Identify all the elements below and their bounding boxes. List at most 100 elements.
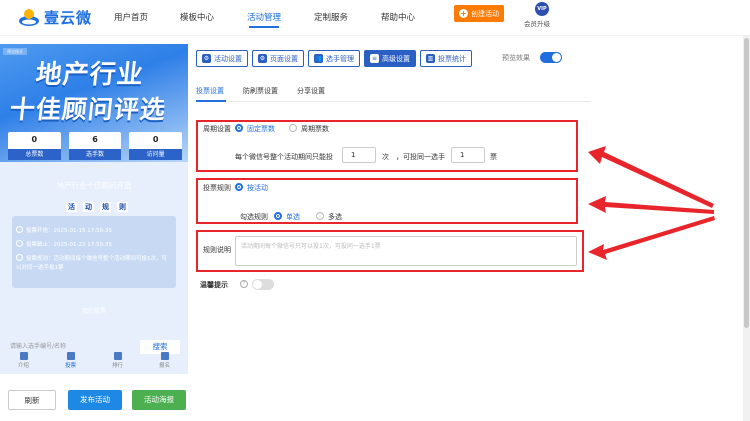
preview-tab-label: 排行 [111, 363, 123, 369]
help-icon[interactable]: ? [240, 280, 248, 288]
activity-poster-button[interactable]: 活动海报 [132, 390, 186, 410]
per-player-votes-input[interactable]: 1 [451, 147, 485, 163]
multi-choice-radio[interactable] [316, 212, 324, 220]
vip-badge-icon: VIP [535, 2, 549, 16]
vote-flag-icon [66, 352, 75, 360]
banner-title-line1: 地产行业 [34, 60, 146, 90]
cycle-fixed-radio[interactable] [235, 124, 243, 132]
cycle-text-middle: ，可投同一选手 [396, 153, 445, 161]
vip-label: 会员升级 [524, 20, 550, 28]
stat-value: 0 [152, 135, 159, 144]
check-rule-label: 勾选规则 [240, 213, 268, 221]
gear-icon: ⚙ [202, 54, 211, 63]
stat-label: 总票数 [8, 149, 61, 160]
preview-tab-label: 介绍 [17, 363, 29, 369]
toolbar-label: 活动设置 [214, 54, 242, 63]
preview-activity-title: 地产行业十佳顾问评选 [56, 181, 132, 190]
toolbar-label: 投票统计 [438, 54, 466, 63]
unit-votes: 票 [490, 153, 497, 161]
stat-label: 选手数 [68, 149, 122, 160]
preview-effect-toggle[interactable] [540, 52, 562, 63]
preview-tab-intro[interactable]: 介绍 [0, 350, 47, 376]
rule-line-rule: 投票规则：活动期间每个微信号整个活动期间可投1次，可以对同一选手投1票 [16, 254, 172, 273]
toolbar-label: 页面设置 [270, 54, 298, 63]
toolbar-label: 选手管理 [326, 54, 354, 63]
toggle-knob [552, 53, 561, 62]
rule-desc-label: 规则说明 [203, 246, 231, 254]
vip-upgrade[interactable]: VIP 会员升级 [524, 2, 560, 28]
preview-tab-bar: 介绍 投票 排行 报名 [0, 350, 188, 376]
mobile-preview: 预览模式 地产行业 十佳顾问评选 0 总票数 6 选手数 0 访问量 地产行业十… [0, 44, 188, 374]
preview-tab-rank[interactable]: 排行 [94, 350, 141, 376]
rules-heading: 活 动 规 则 [66, 202, 128, 212]
preview-tab-label: 投票 [64, 363, 76, 369]
tip-toggle[interactable] [252, 279, 274, 290]
refresh-button[interactable]: 刷新 [8, 390, 56, 410]
preview-tab-signup[interactable]: 报名 [141, 350, 188, 376]
brand-logo[interactable]: 壹云微 [18, 6, 92, 28]
nav-item-activity-manage[interactable]: 活动管理 [247, 11, 281, 28]
votes-count-input[interactable]: 1 [342, 147, 376, 163]
preview-effect-label: 预览效果 [502, 54, 530, 62]
stat-players: 6 选手数 [68, 132, 122, 160]
stat-value: 0 [31, 135, 38, 144]
subtab-anti-brush[interactable]: 防刷票设置 [243, 86, 278, 96]
preview-my-votes[interactable]: 我的投票 [0, 306, 188, 315]
rule-line-end: 投票截止：2025-01-22 17:50:35 [16, 240, 112, 248]
banner-title-line2: 十佳顾问评选 [8, 95, 168, 124]
subtab-divider [196, 101, 591, 102]
stats-row: 0 总票数 6 选手数 0 访问量 [8, 132, 183, 162]
subtab-active-underline [196, 100, 226, 102]
nav-item-custom-service[interactable]: 定制服务 [314, 11, 348, 23]
tab-activity-settings[interactable]: ⚙ 活动设置 [196, 50, 248, 67]
page-gear-icon: ⚙ [258, 54, 267, 63]
rule-by-activity-label[interactable]: 按活动 [247, 183, 268, 193]
multi-choice-label[interactable]: 多选 [328, 212, 342, 222]
sliders-icon: ≡ [370, 54, 379, 63]
unit-times: 次 [382, 153, 389, 161]
rule-desc-textarea[interactable]: 活动期间每个微信号只可以投1次，可投同一选手1票 [235, 236, 577, 266]
single-choice-radio[interactable] [274, 212, 282, 220]
tip-label: 温馨提示 [200, 281, 228, 289]
create-activity-label: 创建活动 [471, 9, 499, 18]
scrollbar-thumb[interactable] [744, 38, 749, 328]
brand-mark-icon [18, 6, 40, 28]
rule-label: 投票规则 [203, 184, 231, 192]
preview-tab-vote[interactable]: 投票 [47, 350, 94, 376]
rules-box: 投票开始：2025-01-15 17:50:35 投票截止：2025-01-22… [12, 216, 176, 288]
users-icon: 👥 [314, 54, 323, 63]
preview-tag: 预览模式 [3, 48, 27, 55]
preview-tab-label: 报名 [158, 363, 170, 369]
cycle-label: 周期设置 [203, 125, 231, 133]
nav-item-help[interactable]: 帮助中心 [381, 11, 415, 23]
nav-item-templates[interactable]: 模板中心 [180, 11, 214, 23]
signup-icon [160, 352, 169, 360]
toolbar-label: 高级设置 [382, 54, 410, 63]
tab-player-manage[interactable]: 👥 选手管理 [308, 50, 360, 67]
tab-advanced-settings[interactable]: ≡ 高级设置 [364, 50, 416, 67]
rank-bar-icon [113, 352, 122, 360]
create-activity-button[interactable]: + 创建活动 [454, 5, 504, 22]
rules-heading-char: 动 [83, 202, 94, 212]
cycle-periodic-label[interactable]: 周期票数 [301, 124, 329, 134]
subtab-vote-settings[interactable]: 投票设置 [196, 86, 224, 96]
rule-by-activity-radio[interactable] [235, 183, 243, 191]
tab-page-settings[interactable]: ⚙ 页面设置 [252, 50, 304, 67]
single-choice-label[interactable]: 单选 [286, 212, 300, 222]
top-nav: 壹云微 用户首页 模板中心 活动管理 定制服务 帮助中心 + 创建活动 VIP … [0, 0, 750, 36]
rules-heading-char: 则 [117, 202, 128, 212]
stat-value: 6 [92, 135, 98, 144]
cycle-text-before: 每个微信号整个活动期间只能投 [235, 153, 333, 161]
annotation-arrows [588, 146, 715, 260]
brand-name: 壹云微 [44, 8, 93, 27]
rule-line-start: 投票开始：2025-01-15 17:50:35 [16, 226, 112, 234]
toggle-knob [253, 280, 262, 289]
stat-total-votes: 0 总票数 [8, 132, 61, 160]
cycle-fixed-label[interactable]: 固定票数 [247, 124, 275, 134]
cycle-periodic-radio[interactable] [289, 124, 297, 132]
nav-item-home[interactable]: 用户首页 [114, 11, 148, 23]
publish-activity-button[interactable]: 发布活动 [68, 390, 122, 410]
page-scrollbar[interactable] [743, 36, 750, 421]
tab-vote-statistics[interactable]: ▥ 投票统计 [420, 50, 472, 67]
subtab-share[interactable]: 分享设置 [297, 86, 325, 96]
